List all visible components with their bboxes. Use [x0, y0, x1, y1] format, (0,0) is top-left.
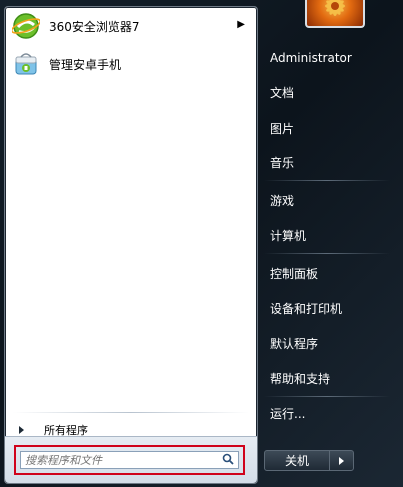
right-item-documents[interactable]: 文档	[262, 77, 392, 107]
right-item-music[interactable]: 音乐	[262, 147, 392, 177]
search-icon[interactable]	[222, 453, 234, 468]
right-item-computer[interactable]: 计算机	[262, 220, 392, 250]
pinned-item-360-browser[interactable]: 360安全浏览器7 ▶	[11, 9, 251, 43]
right-item-label: 控制面板	[270, 266, 319, 281]
pinned-item-label: 管理安卓手机	[49, 57, 122, 72]
right-item-default-programs[interactable]: 默认程序	[262, 328, 392, 358]
right-item-label: 计算机	[270, 228, 307, 243]
right-item-label: 设备和打印机	[270, 301, 343, 316]
right-item-label: 默认程序	[270, 336, 319, 351]
right-item-label: 帮助和支持	[270, 371, 331, 386]
right-divider	[264, 396, 390, 397]
search-box[interactable]	[20, 451, 239, 469]
right-item-games[interactable]: 游戏	[262, 185, 392, 215]
right-item-devices-printers[interactable]: 设备和打印机	[262, 293, 392, 323]
user-avatar[interactable]	[305, 0, 365, 28]
search-input[interactable]	[25, 454, 205, 467]
right-item-run[interactable]: 运行...	[262, 398, 392, 428]
programs-pane: 360安全浏览器7 ▶ 管理安卓手机 所有程序	[4, 6, 258, 484]
expand-arrow-icon	[19, 426, 24, 434]
divider	[13, 412, 249, 413]
start-menu: 360安全浏览器7 ▶ 管理安卓手机 所有程序 搜索程序和文件 Administ…	[0, 0, 403, 487]
shutdown-control: 关机	[264, 450, 354, 471]
right-item-pictures[interactable]: 图片	[262, 113, 392, 143]
pinned-item-label: 360安全浏览器7	[49, 19, 140, 34]
shutdown-options-button[interactable]	[330, 451, 353, 470]
right-item-control-panel[interactable]: 控制面板	[262, 258, 392, 288]
right-item-user[interactable]: Administrator	[262, 43, 392, 73]
browser-360-icon	[11, 11, 41, 41]
shutdown-button[interactable]: 关机	[265, 451, 330, 470]
right-divider	[264, 253, 390, 254]
right-divider	[264, 180, 390, 181]
right-item-help-support[interactable]: 帮助和支持	[262, 363, 392, 393]
pinned-item-android-manager[interactable]: 管理安卓手机	[11, 47, 251, 81]
right-item-label: 游戏	[270, 193, 295, 208]
right-item-label: 图片	[270, 121, 295, 136]
submenu-arrow-icon[interactable]: ▶	[237, 19, 245, 30]
search-highlight-box	[14, 445, 245, 475]
user-name: Administrator	[270, 51, 352, 65]
right-item-label: 文档	[270, 85, 295, 100]
right-item-label: 运行...	[270, 406, 306, 421]
chevron-right-icon	[339, 456, 344, 465]
android-manager-icon	[11, 49, 41, 79]
right-item-label: 音乐	[270, 155, 295, 170]
search-area	[5, 436, 257, 483]
